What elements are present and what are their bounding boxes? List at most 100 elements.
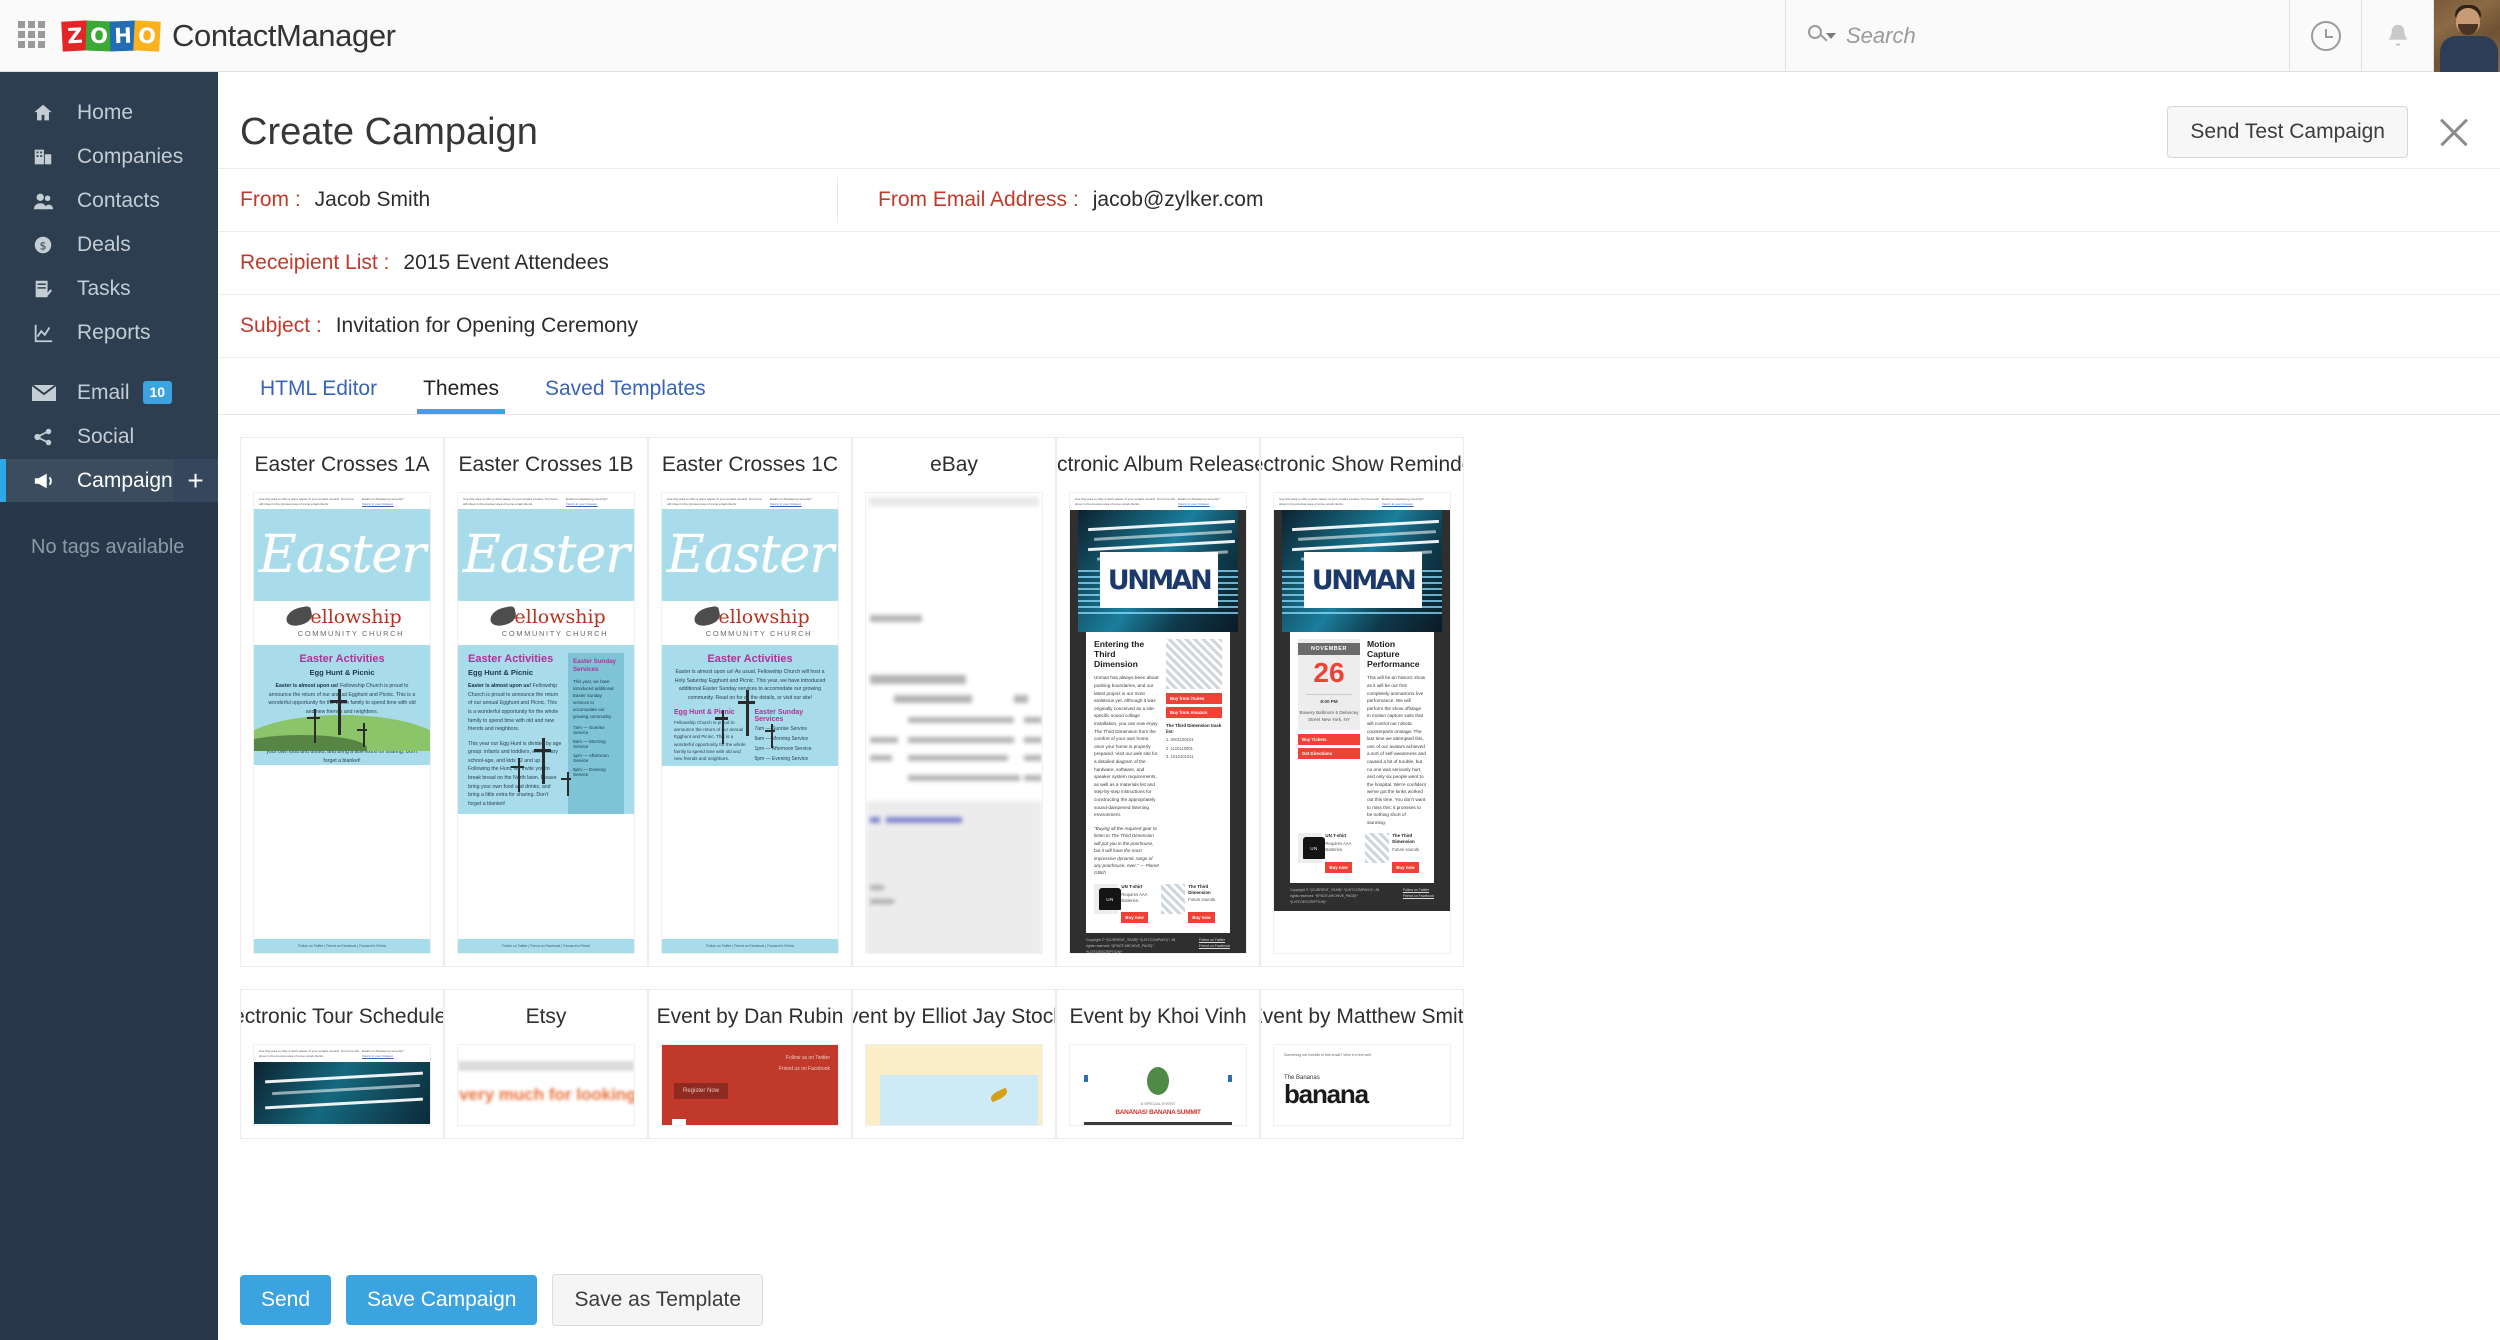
template-title: Event by Matthew Smith xyxy=(1261,1005,1463,1028)
dan-social-twitter[interactable]: Follow us on Twitter xyxy=(786,1055,830,1061)
template-card[interactable]: Easter Crosses 1A Use this area to offer… xyxy=(240,437,444,967)
social-twitter-link[interactable]: Follow on Twitter xyxy=(1403,888,1429,892)
sidebar-item-companies[interactable]: Companies xyxy=(0,135,218,178)
teaser-right-link[interactable]: View it in your browser. xyxy=(1178,502,1210,506)
teaser-right-link[interactable]: View it in your browser. xyxy=(362,502,394,506)
get-directions-button[interactable]: Get Directions xyxy=(1298,748,1360,760)
sidebar-item-deals[interactable]: $ Deals xyxy=(0,223,218,266)
easter-wordmark: Easter xyxy=(666,525,834,586)
template-title: Event by Khoi Vinh xyxy=(1069,1005,1247,1028)
preview-footer-links[interactable]: Follow on Twitter | Friend on Facebook |… xyxy=(458,939,634,953)
social-twitter-link[interactable]: Follow on Twitter xyxy=(1199,938,1225,942)
template-title: Event by Dan Rubin xyxy=(656,1005,844,1028)
send-test-campaign-button[interactable]: Send Test Campaign xyxy=(2167,106,2408,158)
search-box[interactable] xyxy=(1785,0,2290,72)
zoho-letter-o2: O xyxy=(133,19,161,52)
tour-preview: Use this area to offer a short teaser of… xyxy=(254,1045,430,1125)
template-card[interactable]: Event by Khoi Vinh A SPECIAL EVENT BANAN… xyxy=(1056,989,1260,1139)
easter-wordmark: Easter xyxy=(258,525,426,586)
templates-scroll-area[interactable]: Easter Crosses 1A Use this area to offer… xyxy=(218,415,2500,1183)
template-card[interactable]: Event by Matthew Smith Something not hor… xyxy=(1260,989,1464,1139)
tshirt-icon xyxy=(1298,833,1325,864)
envelope-icon xyxy=(31,380,61,406)
send-button[interactable]: Send xyxy=(240,1274,332,1325)
cross-icon xyxy=(313,709,317,744)
tab-saved-templates[interactable]: Saved Templates xyxy=(525,377,726,414)
dan-social-facebook[interactable]: Friend us on Facebook xyxy=(779,1066,830,1072)
from-field[interactable]: From : Jacob Smith xyxy=(240,188,837,212)
sidebar-item-social[interactable]: Social xyxy=(0,415,218,458)
buy-now-button[interactable]: Buy now xyxy=(1121,912,1148,924)
search-icon[interactable] xyxy=(1808,24,1838,48)
save-campaign-button[interactable]: Save Campaign xyxy=(346,1274,538,1325)
social-facebook-link[interactable]: Friend on Facebook xyxy=(1403,894,1434,898)
template-card[interactable]: Event by Elliot Jay Stocks xyxy=(852,989,1056,1139)
buy-now-button[interactable]: Buy now xyxy=(1188,912,1215,924)
preview-footer-links[interactable]: Follow on Twitter | Friend on Facebook |… xyxy=(254,939,430,953)
teaser-right-link[interactable]: View it in your browser. xyxy=(362,1054,394,1058)
tab-themes[interactable]: Themes xyxy=(403,377,519,414)
church-name: Fellowship xyxy=(502,606,606,629)
sidebar-item-campaigns[interactable]: Campaigns + xyxy=(0,459,218,502)
unman-logo-card: UNMAN xyxy=(1100,552,1218,609)
save-as-template-button[interactable]: Save as Template xyxy=(552,1273,764,1326)
tab-html-editor[interactable]: HTML Editor xyxy=(240,377,397,414)
template-card[interactable]: Electronic Album Release ... Use this ar… xyxy=(1056,437,1260,967)
album-sidebar: Buy from iTunes Buy from Amazon The Thir… xyxy=(1166,639,1222,877)
close-icon[interactable] xyxy=(2436,114,2472,150)
template-card[interactable]: Event by Dan Rubin Follow us on Twitter … xyxy=(648,989,852,1139)
product-desc: Requires AAA Batteries. xyxy=(1121,891,1148,903)
from-email-field[interactable]: From Email Address : jacob@zylker.com xyxy=(838,188,1263,212)
sidebar-item-label: Email xyxy=(77,380,130,404)
track-item: 2. 1110110001 xyxy=(1166,745,1194,751)
sidebar-item-tasks[interactable]: Tasks xyxy=(0,267,218,310)
template-card[interactable]: Electronic Tour Schedule ... Use this ar… xyxy=(240,989,444,1139)
template-card[interactable]: eBay xyxy=(852,437,1056,967)
teaser-right-link[interactable]: View it in your browser. xyxy=(770,502,802,506)
sidebar-item-contacts[interactable]: Contacts xyxy=(0,179,218,222)
recipient-list-label: Receipient List : xyxy=(240,251,390,274)
cross-icon xyxy=(567,772,570,797)
search-input[interactable] xyxy=(1846,22,2246,49)
teaser-left: Use this area to offer a short teaser of… xyxy=(1279,497,1379,506)
preview-teaser: Use this area to offer a short teaser of… xyxy=(254,1045,430,1062)
teaser-right-link[interactable]: View it in your browser. xyxy=(566,502,598,506)
buy-now-button[interactable]: Buy now xyxy=(1325,861,1352,873)
teaser-right-link[interactable]: View it in your browser. xyxy=(1382,502,1414,506)
footer-actions: Send Save Campaign Save as Template xyxy=(218,1258,2500,1340)
product-tshirt: UN T-shirt Requires AAA Batteries. Buy n… xyxy=(1094,883,1156,926)
history-button[interactable] xyxy=(2290,0,2362,72)
service-time: 5pm — Evening Service xyxy=(754,755,809,762)
church-subtitle: COMMUNITY CHURCH xyxy=(501,629,609,639)
template-card[interactable]: Etsy u very much for looking a xyxy=(444,989,648,1139)
social-facebook-link[interactable]: Friend on Facebook xyxy=(1199,944,1230,948)
plus-icon: + xyxy=(187,464,204,496)
buy-now-button[interactable]: Buy now xyxy=(1392,861,1419,873)
template-card[interactable]: Easter Crosses 1B Use this area to offer… xyxy=(444,437,648,967)
sidebar-item-home[interactable]: Home xyxy=(0,91,218,134)
sidebar-item-reports[interactable]: Reports xyxy=(0,311,218,354)
add-campaign-button[interactable]: + xyxy=(173,459,218,502)
buy-amazon-button[interactable]: Buy from Amazon xyxy=(1166,707,1222,719)
buy-itunes-button[interactable]: Buy from iTunes xyxy=(1166,693,1222,705)
register-now-button[interactable]: Register Now xyxy=(674,1083,729,1099)
product-name: The Third Dimension xyxy=(1188,883,1211,895)
show-body: This will be an historic show as it will… xyxy=(1367,675,1426,825)
template-card[interactable]: Electronic Show Reminde... Use this area… xyxy=(1260,437,1464,967)
buy-tickets-button[interactable]: Buy Tickets xyxy=(1298,734,1360,746)
grid-apps-icon[interactable] xyxy=(18,20,48,51)
preview-footer-links[interactable]: Follow on Twitter | Friend on Facebook |… xyxy=(662,939,838,953)
easter-body: Easter Activities Egg Hunt & Picnic East… xyxy=(254,645,430,766)
zoho-logo[interactable]: Z O H O xyxy=(61,16,161,56)
page-header: Create Campaign Send Test Campaign xyxy=(218,96,2500,168)
easter-para-1-bold: Easter is almost upon us! xyxy=(468,683,532,690)
template-card[interactable]: Easter Crosses 1C Use this area to offer… xyxy=(648,437,852,967)
from-email-label: From Email Address : xyxy=(878,188,1079,211)
cross-icon xyxy=(517,758,521,793)
notifications-button[interactable] xyxy=(2362,0,2434,72)
subject-field[interactable]: Subject : Invitation for Opening Ceremon… xyxy=(240,314,638,338)
recipient-list-field[interactable]: Receipient List : 2015 Event Attendees xyxy=(240,251,609,275)
avatar[interactable] xyxy=(2434,0,2500,72)
etsy-headline: u very much for looking a xyxy=(458,1085,635,1104)
sidebar-item-email[interactable]: Email 10 xyxy=(0,371,218,414)
